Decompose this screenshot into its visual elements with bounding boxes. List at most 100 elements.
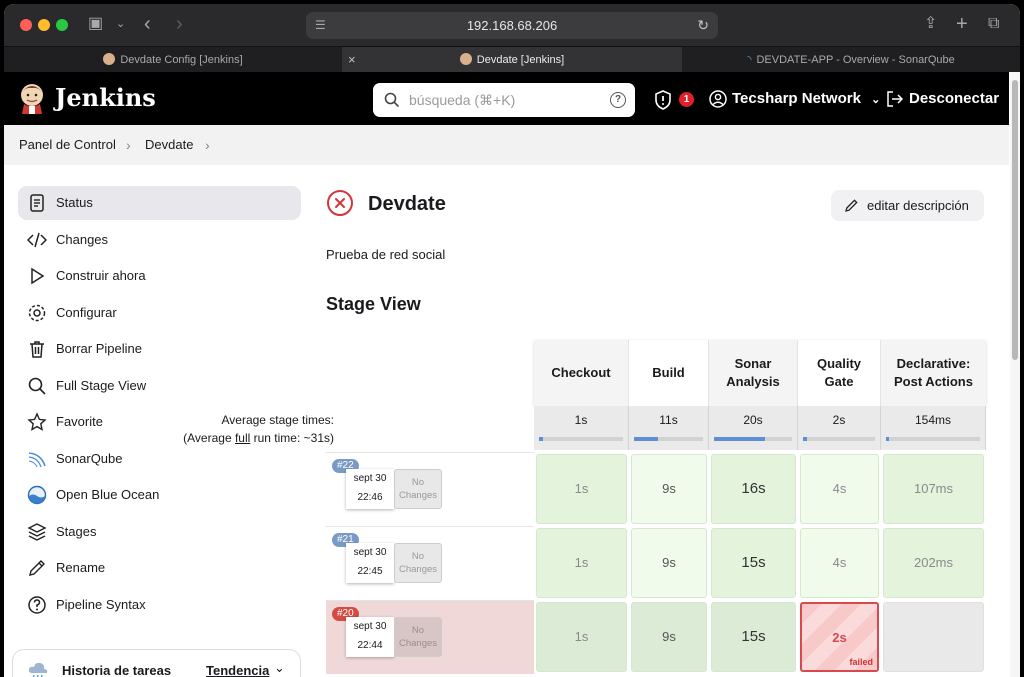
scrollbar-thumb[interactable]	[1012, 80, 1018, 360]
edit-description-button[interactable]: editar descripción	[831, 190, 984, 221]
stage-cell-duration: 9s	[662, 629, 676, 644]
chevron-right-icon[interactable]: ›	[205, 125, 210, 165]
stage-name: Gate	[824, 374, 854, 389]
reload-icon[interactable]: ↻	[697, 12, 709, 39]
notification-badge[interactable]: 1	[679, 92, 694, 107]
stage-cell[interactable]: 4s	[800, 454, 879, 524]
jenkins-logo[interactable]	[18, 82, 46, 114]
sidebar-item-label: Configurar	[56, 305, 117, 320]
tab-devdate-config[interactable]: Devdate Config [Jenkins]	[4, 47, 342, 73]
sidebar-toggle-icon[interactable]: ▣	[88, 13, 103, 35]
search-help-icon[interactable]: ?	[610, 92, 626, 108]
stage-cell[interactable]: 1s	[536, 528, 627, 598]
stage-cell[interactable]: 15s	[711, 602, 796, 672]
stage-cell[interactable]: 4s	[800, 528, 879, 598]
sidebar-item-label: SonarQube	[56, 451, 123, 466]
search-input[interactable]: búsqueda (⌘+K) ?	[373, 83, 635, 117]
back-icon[interactable]: ‹	[144, 13, 151, 35]
jenkins-favicon-icon	[103, 53, 116, 65]
no-changes-badge[interactable]: No Changes	[394, 469, 442, 509]
stage-cell-duration: 16s	[741, 480, 766, 497]
stage-cell[interactable]: 9s	[631, 528, 707, 598]
close-tab-icon[interactable]: ×	[348, 47, 356, 73]
stage-average-bar-fill	[634, 437, 659, 441]
avg-full-suffix: run time: ~31s)	[250, 431, 334, 445]
zoom-window-button[interactable]	[56, 19, 68, 31]
page-scrollbar[interactable]	[1010, 72, 1020, 677]
sidebar-item-stages[interactable]: Stages	[18, 515, 301, 549]
user-menu[interactable]: Tecsharp Network ⌄	[732, 72, 880, 125]
build-run-row[interactable]: #20 sept 30 22:44 No Changes	[326, 600, 534, 674]
sidebar-item-changes[interactable]: Changes	[18, 223, 301, 257]
jenkins-brand[interactable]: Jenkins	[55, 82, 156, 114]
no-changes-badge[interactable]: No Changes	[394, 543, 442, 583]
avg-full-link[interactable]: full	[235, 431, 250, 445]
stage-average-value: 20s	[743, 413, 763, 427]
stage-average-bar-fill	[803, 437, 808, 441]
share-icon[interactable]: ⇪	[924, 13, 937, 35]
sidebar-item-label: Open Blue Ocean	[56, 487, 160, 502]
stage-cell[interactable]: 1s	[536, 454, 627, 524]
sidebar-item-pipeline-syntax[interactable]: Pipeline Syntax	[18, 588, 301, 622]
sidebar-item-configure[interactable]: Configurar	[18, 296, 301, 330]
sidebar-item-full-stage-view[interactable]: Full Stage View	[18, 369, 301, 403]
build-date: sept 30 22:46	[346, 469, 394, 509]
build-date-time: 22:45	[357, 566, 383, 577]
forward-icon[interactable]: ›	[176, 13, 183, 35]
sidebar-item-label: Pipeline Syntax	[56, 597, 146, 612]
address-bar[interactable]: ☰ 192.168.68.206 ↻	[306, 12, 718, 39]
tab-bar: Devdate Config [Jenkins] × Devdate [Jenk…	[4, 46, 1020, 73]
stage-cell[interactable]: 9s	[631, 602, 707, 672]
sidebar-item-label: Changes	[56, 232, 109, 247]
shield-icon[interactable]	[654, 90, 672, 110]
stage-cell[interactable]: 15s	[711, 528, 796, 598]
close-window-button[interactable]	[20, 19, 32, 31]
sidebar-item-delete-pipeline[interactable]: Borrar Pipeline	[18, 332, 301, 366]
stage-average-time: 154ms	[881, 406, 986, 450]
stage-cell[interactable]: 1s	[536, 602, 627, 672]
sidebar-item-build-now[interactable]: Construir ahora	[18, 259, 301, 293]
stage-cell-duration: 9s	[662, 555, 676, 570]
stage-cell[interactable]: 202ms	[883, 528, 984, 598]
new-tab-icon[interactable]: +	[956, 13, 968, 35]
breadcrumb-devdate[interactable]: Devdate	[145, 125, 193, 165]
page-title: Devdate	[368, 193, 446, 215]
failed-status-icon	[327, 190, 353, 216]
breadcrumb-dashboard[interactable]: Panel de Control	[19, 125, 116, 165]
user-icon[interactable]	[709, 90, 727, 108]
stage-cell[interactable]: 9s	[631, 454, 707, 524]
chevron-down-icon[interactable]: ⌄	[116, 13, 125, 35]
user-name: Tecsharp Network	[732, 90, 861, 107]
no-changes-badge[interactable]: No Changes	[394, 617, 442, 657]
stage-cell-duration: 2s	[832, 630, 847, 645]
stage-average-value: 154ms	[914, 413, 952, 427]
sidebar-item-blue-ocean[interactable]: Open Blue Ocean	[18, 478, 301, 512]
tab-sonarqube[interactable]: ◝ DEVDATE-APP - Overview - SonarQube	[682, 47, 1020, 73]
stage-average-bar	[634, 437, 703, 441]
chevron-down-icon[interactable]: ⌄	[274, 660, 285, 676]
stage-cell[interactable]: 16s	[711, 454, 796, 524]
stage-cell[interactable]: 107ms	[883, 454, 984, 524]
sidebar-item-sonarqube[interactable]: SonarQube	[18, 442, 301, 476]
stage-cell[interactable]	[883, 602, 984, 672]
build-run-row[interactable]: #22 sept 30 22:46 No Changes	[326, 452, 534, 526]
stage-cell-duration: 4s	[832, 481, 847, 496]
stage-cell[interactable]: 2s failed	[800, 602, 879, 672]
logout-icon[interactable]	[886, 90, 904, 108]
jenkins-favicon-icon	[459, 53, 472, 65]
trend-link[interactable]: Tendencia	[206, 663, 269, 677]
weather-icon	[28, 662, 48, 677]
sonarqube-icon	[28, 452, 46, 468]
minimize-window-button[interactable]	[38, 19, 50, 31]
logout-link[interactable]: Desconectar	[909, 72, 999, 125]
tab-overview-icon[interactable]: ⧉	[988, 13, 999, 35]
tab-devdate[interactable]: × Devdate [Jenkins]	[342, 47, 682, 73]
sidebar-item-status[interactable]: Status	[18, 186, 301, 220]
avg-label: Average stage times:	[221, 413, 334, 427]
build-run-row[interactable]: #21 sept 30 22:45 No Changes	[326, 526, 534, 600]
stage-cell-duration: 4s	[832, 555, 847, 570]
sidebar-item-rename[interactable]: Rename	[18, 551, 301, 585]
page-menu-icon[interactable]: ☰	[315, 12, 326, 39]
stage-header-quality-gate: Quality Gate	[798, 340, 881, 406]
stage-average-value: 2s	[832, 413, 846, 427]
